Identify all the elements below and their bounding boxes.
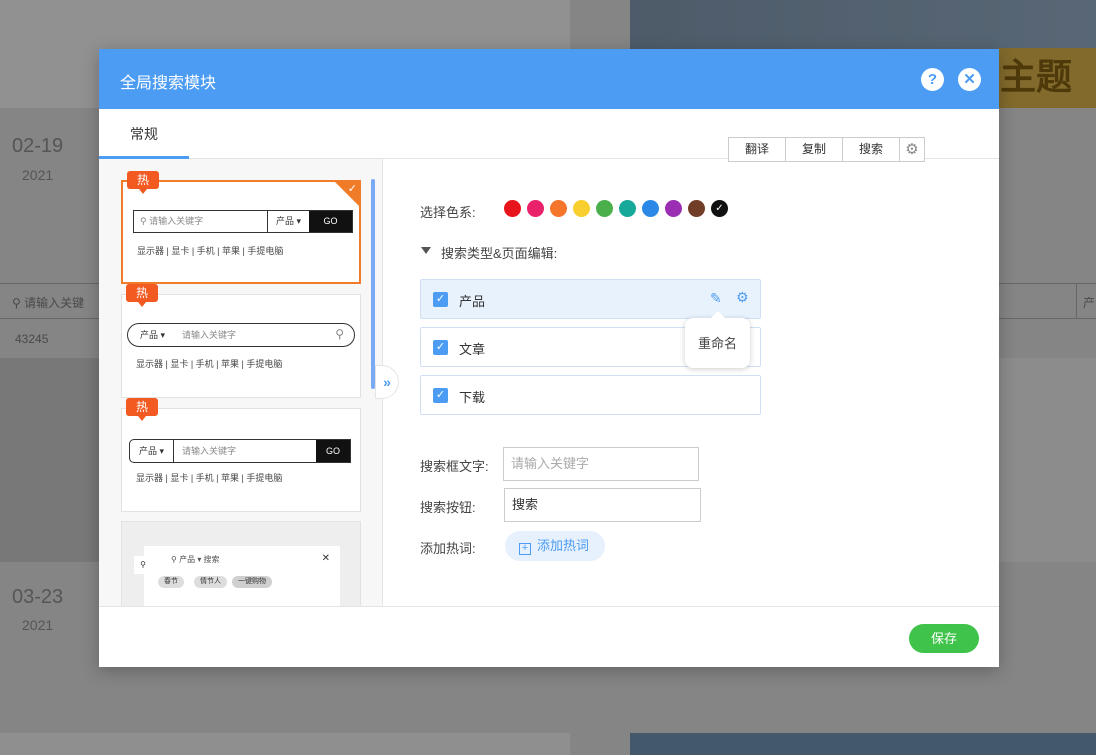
hot-badge: 热 bbox=[126, 284, 158, 307]
collapse-triangle-icon[interactable] bbox=[421, 247, 431, 254]
help-button[interactable]: ? bbox=[921, 68, 944, 91]
style-card-3[interactable]: 热 产品 ▾ 请输入关键字 GO 显示器 | 显卡 | 手机 | 苹果 | 手提… bbox=[121, 398, 361, 512]
color-swatch[interactable] bbox=[527, 200, 544, 217]
preview-hotwords: 显示器 | 显卡 | 手机 | 苹果 | 手提电脑 bbox=[136, 473, 283, 483]
search-button-text-input[interactable]: 搜索 bbox=[504, 488, 701, 522]
toolbar: 翻译 复制 搜索 ⚙ bbox=[728, 137, 925, 162]
search-preview: 产品 ▾ 请输入关键字 ⚲ bbox=[127, 323, 355, 347]
plus-icon: + bbox=[519, 543, 531, 555]
color-swatch[interactable] bbox=[573, 200, 590, 217]
preview-hotwords: 显示器 | 显卡 | 手机 | 苹果 | 手提电脑 bbox=[136, 359, 283, 369]
preview-category: 产品 ▾ bbox=[140, 330, 166, 340]
color-swatch[interactable] bbox=[665, 200, 682, 217]
checkbox-checked[interactable]: ✓ bbox=[433, 292, 448, 307]
gear-icon[interactable]: ⚙ bbox=[900, 138, 924, 161]
style-card-2[interactable]: 热 产品 ▾ 请输入关键字 ⚲ 显示器 | 显卡 | 手机 | 苹果 | 手提电… bbox=[121, 284, 361, 398]
color-swatch[interactable] bbox=[504, 200, 521, 217]
gear-icon[interactable]: ⚙ bbox=[736, 289, 749, 306]
modal-header: 全局搜索模块 ? ✕ bbox=[99, 49, 999, 109]
global-search-modal: 全局搜索模块 ? ✕ 常规 翻译 复制 搜索 ⚙ 热 ✓ ⚲ 请输入关键字 产品… bbox=[99, 49, 999, 667]
hot-badge: 热 bbox=[127, 171, 159, 194]
color-swatch[interactable]: ✓ bbox=[711, 200, 728, 217]
preview-tag: 情节人 bbox=[194, 576, 227, 588]
preview-go: GO bbox=[309, 211, 352, 232]
pencil-icon[interactable]: ✎ bbox=[710, 290, 722, 307]
scrollbar[interactable] bbox=[371, 179, 375, 389]
search-preview: 产品 ▾ 请输入关键字 GO bbox=[129, 439, 351, 463]
checkbox-checked[interactable]: ✓ bbox=[433, 388, 448, 403]
search-preview: ⚲ 请输入关键字 产品 ▾ GO bbox=[133, 210, 353, 233]
hot-badge: 热 bbox=[126, 398, 158, 421]
search-icon: ⚲ bbox=[134, 556, 152, 574]
preview-tag: 春节 bbox=[158, 576, 184, 588]
check-icon: ✓ bbox=[347, 183, 357, 195]
checkbox-checked[interactable]: ✓ bbox=[433, 340, 448, 355]
preview-placeholder: 请输入关键字 bbox=[182, 446, 237, 456]
preview-placeholder: ⚲ 请输入关键字 bbox=[140, 216, 204, 226]
preview-go: GO bbox=[316, 440, 350, 462]
copy-button[interactable]: 复制 bbox=[786, 138, 843, 161]
hotwords-label: 添加热词: bbox=[420, 541, 476, 556]
preview-tag: 一键购物 bbox=[232, 576, 272, 588]
type-label: 产品 bbox=[459, 294, 486, 309]
style-card-4[interactable]: ⚲ ⚲ 产品 ▾ 搜索 ✕ 春节 情节人 一键购物 bbox=[121, 521, 361, 606]
preview-placeholder: 请输入关键字 bbox=[182, 330, 237, 340]
types-label: 搜索类型&页面编辑: bbox=[441, 246, 558, 261]
style-card-1[interactable]: 热 ✓ ⚲ 请输入关键字 产品 ▾ GO 显示器 | 显卡 | 手机 | 苹果 … bbox=[121, 171, 361, 284]
preview-hotwords: 显示器 | 显卡 | 手机 | 苹果 | 手提电脑 bbox=[137, 246, 284, 256]
close-button[interactable]: ✕ bbox=[958, 68, 981, 91]
type-row-product[interactable]: ✓ 产品 ✎ ⚙ bbox=[420, 279, 761, 319]
search-box-label: 搜索框文字: bbox=[420, 459, 489, 474]
modal-title: 全局搜索模块 bbox=[120, 75, 217, 92]
color-label: 选择色系: bbox=[420, 205, 476, 220]
style-list: 热 ✓ ⚲ 请输入关键字 产品 ▾ GO 显示器 | 显卡 | 手机 | 苹果 … bbox=[99, 159, 383, 606]
expand-panel-button[interactable]: » bbox=[375, 365, 399, 399]
search-button[interactable]: 搜索 bbox=[843, 138, 900, 161]
search-box-text-input[interactable]: 请输入关键字 bbox=[503, 447, 699, 481]
preview-category: ⚲ 产品 ▾ 搜索 bbox=[171, 555, 220, 564]
translate-button[interactable]: 翻译 bbox=[729, 138, 786, 161]
save-button[interactable]: 保存 bbox=[909, 624, 979, 653]
search-icon: ⚲ bbox=[335, 327, 344, 341]
close-icon: ✕ bbox=[321, 553, 330, 564]
search-preview: ⚲ ⚲ 产品 ▾ 搜索 ✕ 春节 情节人 一键购物 bbox=[134, 546, 340, 606]
preview-category: 产品 ▾ bbox=[130, 440, 174, 462]
type-label: 下载 bbox=[459, 390, 486, 405]
type-label: 文章 bbox=[459, 342, 486, 357]
preview-category: 产品 ▾ bbox=[267, 211, 309, 232]
tab-general[interactable]: 常规 bbox=[99, 109, 189, 159]
color-swatch[interactable] bbox=[688, 200, 705, 217]
rename-tooltip: 重命名 bbox=[685, 311, 750, 368]
add-hotword-button[interactable]: + 添加热词 bbox=[505, 531, 605, 561]
tab-bar: 常规 翻译 复制 搜索 ⚙ bbox=[99, 109, 999, 162]
color-swatch[interactable] bbox=[642, 200, 659, 217]
modal-footer: 保存 bbox=[99, 606, 999, 667]
search-button-label: 搜索按钮: bbox=[420, 500, 476, 515]
type-row-download[interactable]: ✓ 下载 bbox=[420, 375, 761, 415]
color-swatch[interactable] bbox=[550, 200, 567, 217]
color-swatch[interactable] bbox=[619, 200, 636, 217]
color-swatch[interactable] bbox=[596, 200, 613, 217]
